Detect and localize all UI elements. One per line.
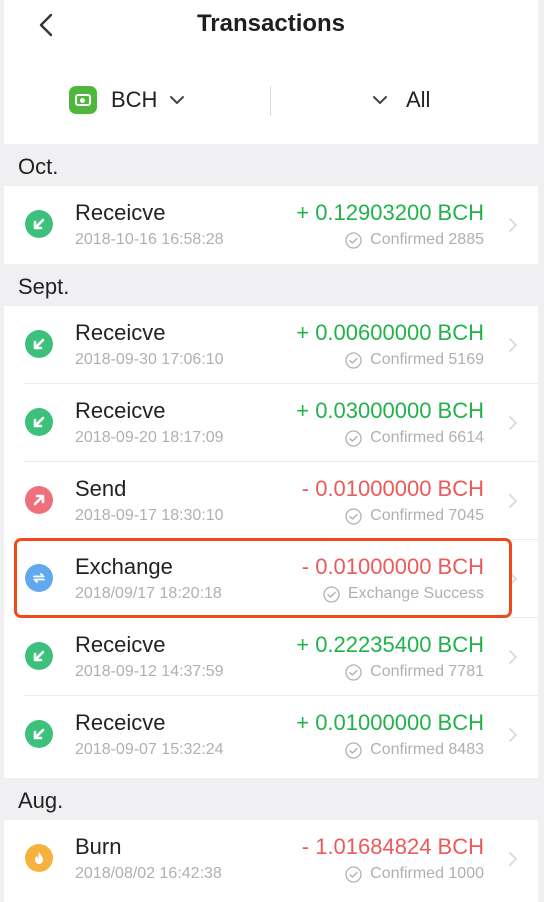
status-text: Confirmed 2885 [370, 231, 484, 248]
transaction-row[interactable]: Receicve 2018-09-12 14:37:59 + 0.2223540… [4, 618, 538, 696]
section-header-aug: Aug. [4, 778, 538, 820]
transaction-status: Confirmed 8483 [345, 741, 484, 759]
section-label: Aug. [18, 788, 64, 813]
nav-bar: Transactions [4, 0, 538, 52]
chevron-down-icon [170, 96, 185, 104]
transaction-type: Receicve [75, 320, 166, 345]
receive-arrow-icon [25, 210, 53, 238]
page-title: Transactions [196, 10, 346, 37]
type-filter-dropdown[interactable]: All [372, 84, 430, 116]
transaction-row[interactable]: Burn 2018/08/02 16:42:38 - 1.01684824 BC… [4, 820, 538, 898]
type-filter-label: All [406, 87, 431, 112]
transaction-time: 2018-09-12 14:37:59 [75, 663, 224, 680]
status-text: Confirmed 7045 [370, 507, 484, 524]
transaction-time: 2018-09-30 17:06:10 [75, 351, 224, 368]
chevron-right-icon [509, 572, 517, 586]
check-circle-icon [345, 231, 362, 249]
receive-arrow-icon [25, 330, 53, 358]
transaction-status: Confirmed 7781 [345, 663, 484, 681]
check-circle-icon [345, 429, 362, 447]
transaction-row[interactable]: Receicve 2018-10-16 16:58:28 + 0.1290320… [4, 186, 538, 264]
section-label: Sept. [18, 274, 70, 299]
status-text: Confirmed 8483 [370, 741, 484, 758]
check-circle-icon [345, 865, 362, 883]
check-circle-icon [345, 507, 362, 525]
bch-wallet-icon [69, 86, 97, 114]
check-circle-icon [345, 351, 362, 369]
check-circle-icon [345, 741, 362, 759]
chevron-right-icon [509, 852, 517, 866]
receive-arrow-icon [25, 642, 53, 670]
chevron-right-icon [509, 494, 517, 508]
transaction-time: 2018/08/02 16:42:38 [75, 865, 222, 882]
transaction-status: Confirmed 2885 [345, 231, 484, 249]
transaction-amount: - 0.01000000 BCH [301, 476, 484, 501]
transaction-type: Send [75, 476, 127, 501]
chevron-right-icon [509, 416, 517, 430]
transaction-amount: + 0.01000000 BCH [296, 710, 484, 735]
status-text: Confirmed 1000 [370, 865, 484, 882]
receive-arrow-icon [25, 408, 53, 436]
transaction-row[interactable]: Receicve 2018-09-07 15:32:24 + 0.0100000… [4, 696, 538, 774]
check-circle-icon [345, 663, 362, 681]
coin-filter-dropdown[interactable]: BCH [69, 84, 185, 116]
transaction-row[interactable]: Send 2018-09-17 18:30:10 - 0.01000000 BC… [4, 462, 538, 540]
check-circle-icon [323, 585, 340, 603]
exchange-icon [25, 564, 53, 592]
transaction-amount: + 0.03000000 BCH [296, 398, 484, 423]
transactions-screen: Transactions BCH All Oct. Receicve 2018-… [0, 0, 544, 902]
chevron-down-icon [373, 96, 387, 104]
transaction-row[interactable]: Receicve 2018-09-20 18:17:09 + 0.0300000… [4, 384, 538, 462]
transaction-amount: + 0.22235400 BCH [296, 632, 484, 657]
transaction-time: 2018-10-16 16:58:28 [75, 231, 224, 248]
transaction-time: 2018-09-20 18:17:09 [75, 429, 224, 446]
chevron-right-icon [509, 338, 517, 352]
status-text: Exchange Success [347, 585, 484, 602]
transaction-time: 2018-09-17 18:30:10 [75, 507, 224, 524]
section-header-oct: Oct. [4, 144, 538, 186]
filter-divider [270, 86, 271, 116]
filter-bar: BCH All [4, 70, 538, 132]
transaction-row[interactable]: Receicve 2018-09-30 17:06:10 + 0.0060000… [4, 306, 538, 384]
transaction-amount: - 1.01684824 BCH [301, 834, 484, 859]
transaction-amount: + 0.00600000 BCH [296, 320, 484, 345]
transaction-type: Burn [75, 834, 122, 859]
receive-arrow-icon [25, 720, 53, 748]
transaction-type: Exchange [75, 554, 173, 579]
right-edge [538, 0, 544, 902]
chevron-right-icon [509, 728, 517, 742]
transaction-amount: - 0.01000000 BCH [301, 554, 484, 579]
transaction-type: Receicve [75, 398, 166, 423]
transaction-type: Receicve [75, 710, 166, 735]
section-header-sept: Sept. [4, 264, 538, 306]
transaction-status: Exchange Success [323, 585, 484, 603]
chevron-right-icon [509, 218, 517, 232]
transaction-amount: + 0.12903200 BCH [296, 200, 484, 225]
transaction-row-exchange[interactable]: Exchange 2018/09/17 18:20:18 - 0.0100000… [4, 540, 538, 618]
chevron-right-icon [509, 650, 517, 664]
transaction-status: Confirmed 6614 [345, 429, 484, 447]
status-text: Confirmed 5169 [370, 351, 484, 368]
transaction-time: 2018/09/17 18:20:18 [75, 585, 222, 602]
transaction-time: 2018-09-07 15:32:24 [75, 741, 224, 758]
coin-filter-label: BCH [111, 87, 158, 112]
section-label: Oct. [18, 154, 59, 179]
flame-icon [25, 844, 53, 872]
transaction-type: Receicve [75, 200, 166, 225]
transaction-status: Confirmed 7045 [345, 507, 484, 525]
status-text: Confirmed 6614 [370, 429, 484, 446]
status-text: Confirmed 7781 [370, 663, 484, 680]
transaction-type: Receicve [75, 632, 166, 657]
transaction-status: Confirmed 5169 [345, 351, 484, 369]
transaction-status: Confirmed 1000 [345, 865, 484, 883]
send-arrow-icon [25, 486, 53, 514]
